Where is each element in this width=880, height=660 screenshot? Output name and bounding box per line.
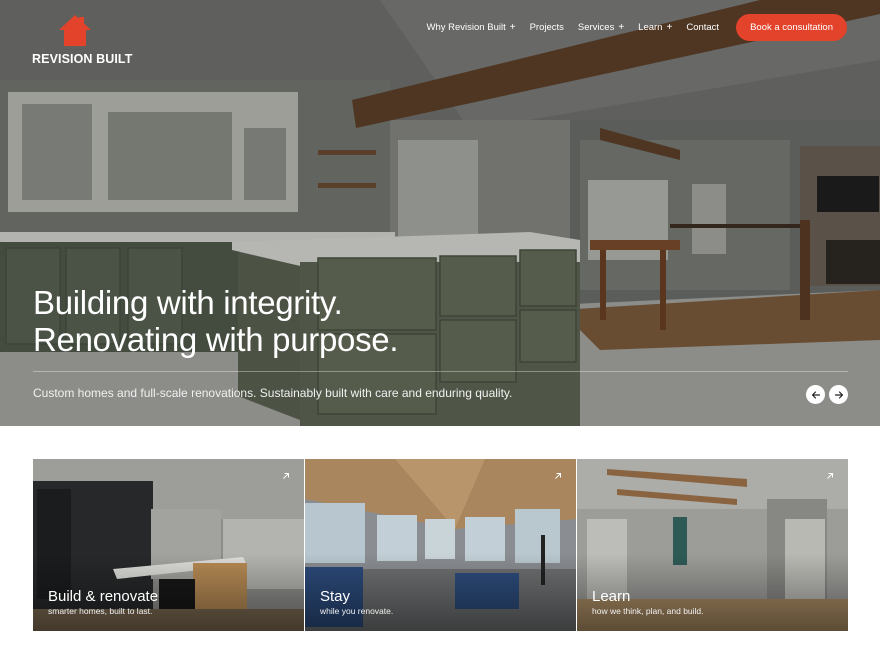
hero-divider [33,371,848,372]
feature-cards: Build & renovate smarter homes, built to… [33,459,848,631]
nav-item-learn[interactable]: Learn + [638,22,672,33]
nav-item-why-revision-built[interactable]: Why Revision Built + [427,22,516,33]
nav-label: Learn [638,22,663,33]
book-consultation-button[interactable]: Book a consultation [736,14,847,41]
card-title: Learn [592,588,631,605]
house-icon [59,15,91,46]
carousel-next-button[interactable] [829,385,848,404]
nav-item-projects[interactable]: Projects [530,22,564,33]
nav-item-services[interactable]: Services + [578,22,624,33]
headline-line-1: Building with integrity. [33,284,343,321]
card-learn[interactable]: Learn how we think, plan, and build. [577,459,848,631]
card-description: smarter homes, built to last. [48,606,153,616]
arrow-left-icon [811,390,820,399]
brand-name: REVISION BUILT [32,52,133,66]
plus-icon: + [618,22,625,33]
card-stay[interactable]: Stay while you renovate. [305,459,576,631]
card-description: while you renovate. [320,606,394,616]
headline-line-2: Renovating with purpose. [33,321,399,358]
plus-icon: + [666,22,673,33]
card-title: Stay [320,588,351,605]
logo[interactable]: REVISION BUILT [32,14,132,68]
nav-label: Why Revision Built [426,22,506,33]
card-title: Build & renovate [48,588,159,605]
carousel-prev-button[interactable] [806,385,825,404]
hero-subtext: Custom homes and full-scale renovations.… [33,386,513,400]
main-nav: Why Revision Built + Projects Services +… [413,14,847,41]
arrow-up-right-icon [827,473,833,479]
plus-icon: + [509,22,516,33]
nav-label: Contact [686,22,720,33]
nav-item-contact[interactable]: Contact [686,22,719,33]
arrow-up-right-icon [283,473,289,479]
arrow-right-icon [834,390,843,399]
card-build-renovate[interactable]: Build & renovate smarter homes, built to… [33,459,304,631]
arrow-up-right-icon [555,473,561,479]
card-description: how we think, plan, and build. [592,606,704,616]
hero-section: REVISION BUILT Why Revision Built + Proj… [0,0,880,426]
hero-headline: Building with integrity. Renovating with… [33,284,399,358]
nav-label: Projects [529,22,564,33]
nav-label: Services [577,22,615,33]
